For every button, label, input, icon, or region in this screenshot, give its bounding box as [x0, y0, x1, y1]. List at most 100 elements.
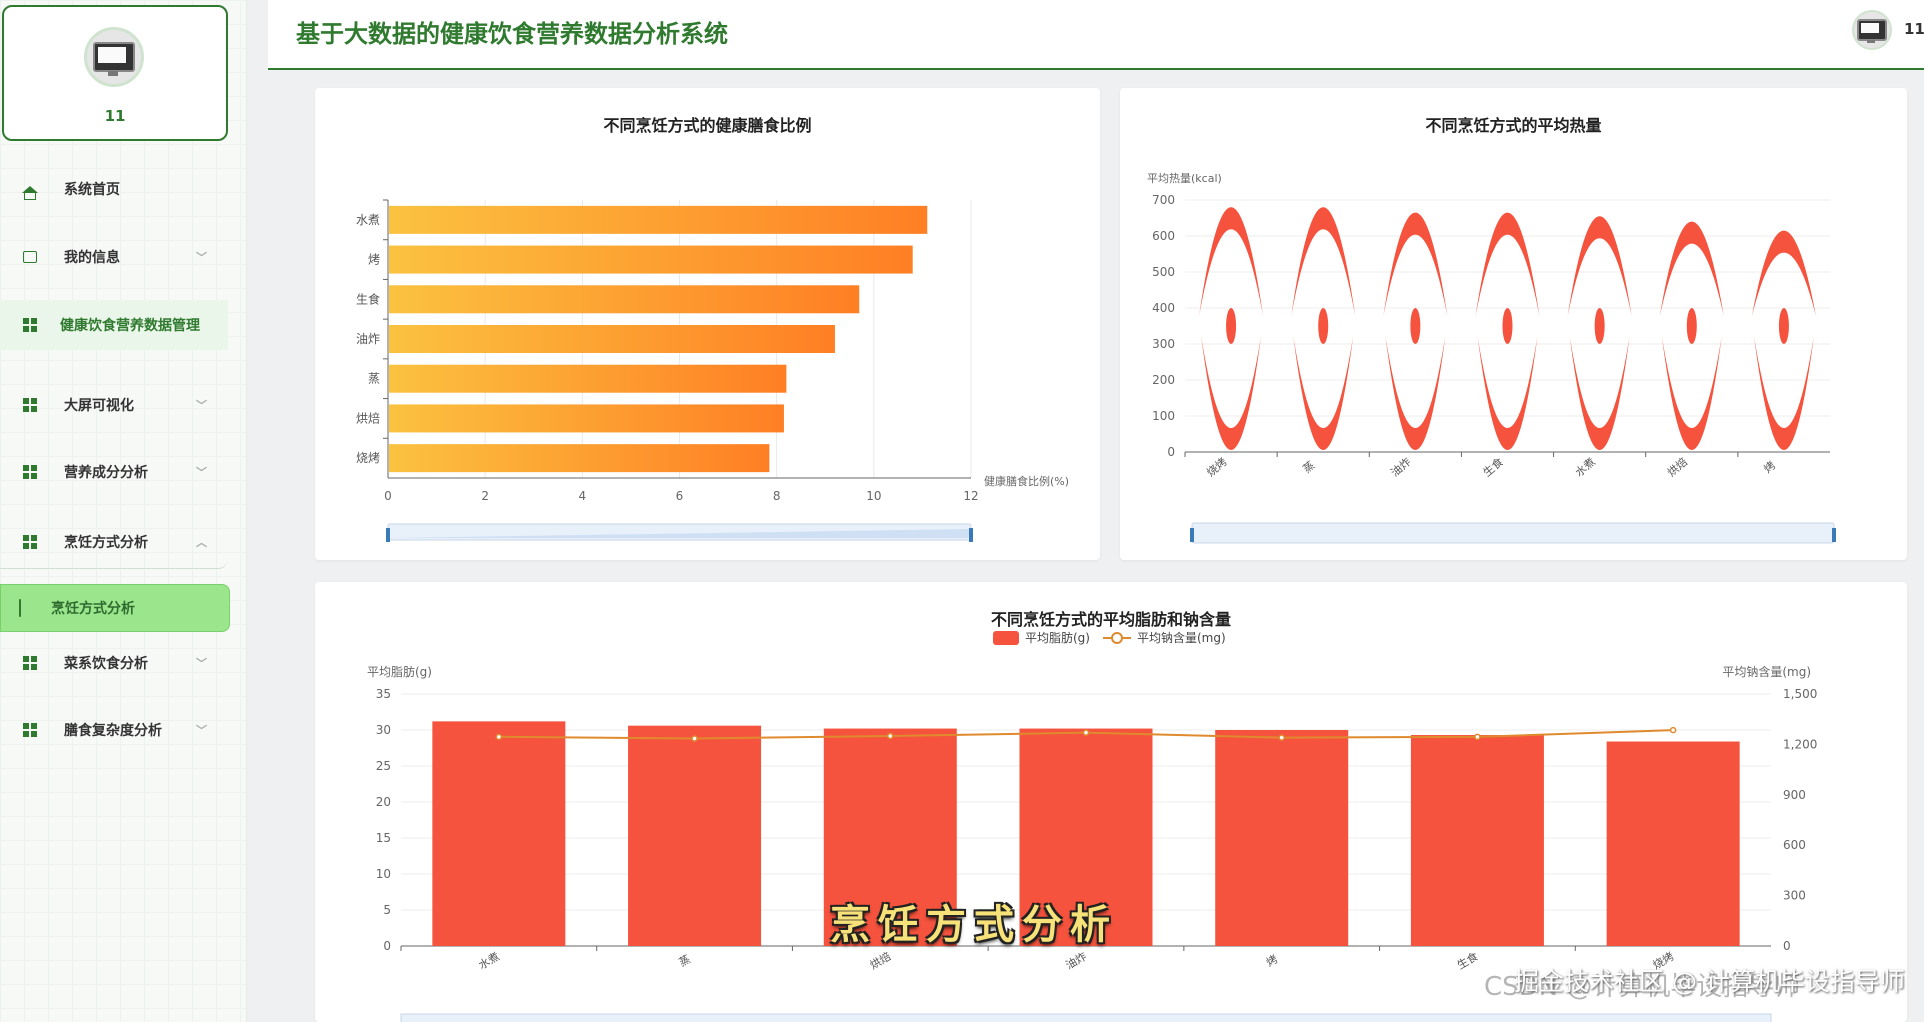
y-right-tick-label: 900: [1783, 788, 1806, 802]
bar: [389, 444, 770, 473]
y-right-tick-label: 300: [1783, 889, 1806, 903]
video-caption: 烹饪方式分析: [830, 901, 1118, 948]
y-right-tick-label: 600: [1783, 838, 1806, 852]
header: 基于大数据的健康饮食营养数据分析系统 11: [268, 0, 1924, 70]
line-point: [887, 732, 894, 740]
y-axis-label: 平均热量(kcal): [1147, 172, 1222, 185]
x-axis-label: 健康膳食比例(%): [984, 474, 1069, 488]
pictorial-bar-top: [1751, 230, 1816, 316]
x-tick-label: 烘焙: [1664, 455, 1690, 480]
grid-icon: [22, 655, 38, 671]
y-tick-label: 700: [1152, 193, 1175, 207]
x-tick-label: 油炸: [1388, 455, 1414, 480]
pictorial-bar-top: [1383, 212, 1448, 316]
pictorial-bar-top: [1475, 212, 1540, 316]
submenu-item-cooking-analysis[interactable]: 烹饪方式分析: [0, 584, 230, 632]
chevron-up-icon: ︿: [196, 535, 207, 549]
pictorial-bar-top: [1567, 216, 1632, 316]
bar: [1215, 730, 1349, 946]
datazoom-slider: [1191, 522, 1835, 544]
chevron-down-icon: ﹀: [196, 657, 207, 670]
bar: [389, 205, 928, 234]
x-tick-label: 烤: [1263, 952, 1280, 970]
pictorial-bar-center: [1594, 308, 1605, 344]
user-card: 11: [2, 5, 228, 141]
sidebar-item-label: 大屏可视化: [64, 398, 134, 414]
datazoom-handle-left: [386, 528, 390, 542]
y-tick-label: 生食: [356, 291, 380, 306]
bar: [389, 285, 860, 314]
pictorial-bar-top: [1199, 207, 1264, 316]
y-left-axis-label: 平均脂肪(g): [367, 664, 432, 679]
y-left-tick-label: 35: [376, 687, 391, 701]
header-username[interactable]: 11: [1904, 20, 1924, 38]
datazoom-handle-right: [1832, 528, 1836, 542]
y-right-axis-label: 平均钠含量(mg): [1722, 664, 1811, 679]
x-tick-label: 烤: [1761, 458, 1778, 476]
x-tick-label: 2: [481, 489, 489, 503]
x-tick-label: 水煮: [476, 950, 502, 972]
sidebar-item-big-screen[interactable]: 大屏可视化 ﹀: [0, 380, 228, 430]
pictorial-bar-center: [1226, 308, 1237, 344]
line-point: [495, 733, 503, 741]
y-tick-label: 400: [1152, 301, 1175, 315]
pictorial-bar-bottom: [1201, 336, 1262, 450]
sidebar: 11 系统首页 我的信息 ﹀ 健康饮食营养数据管理 大屏可视化 ﹀ 营养成分分析…: [0, 0, 247, 1022]
grid-icon: [22, 534, 38, 550]
chart-healthy-ratio: 0 2 4 6 8 10 12 健康膳食比例(%) 水煮烤生食油炸蒸烘焙烧烤: [356, 199, 1069, 542]
sidebar-item-label: 菜系饮食分析: [64, 656, 148, 672]
sidebar-item-nutrition-analysis[interactable]: 营养成分分析 ﹀: [0, 447, 228, 497]
chart-panel-healthy-ratio: 不同烹饪方式的健康膳食比例 0 2 4 6 8 10 12 健康膳食比例(%) 水煮烤生食 油炸蒸…: [315, 88, 1100, 560]
submenu-item-label: 烹饪方式分析: [51, 601, 135, 617]
y-tick-label: 烘焙: [356, 410, 380, 425]
y-left-tick-label: 10: [376, 867, 391, 881]
page-title: 基于大数据的健康饮食营养数据分析系统: [296, 19, 728, 48]
document-icon: [19, 599, 21, 617]
bar: [389, 325, 835, 353]
sidebar-username: 11: [104, 107, 126, 125]
watermark-front: 掘金技术社区 @ 计算机毕设指导师: [1514, 967, 1905, 996]
y-right-tick-label: 0: [1783, 939, 1791, 953]
y-left-tick-label: 5: [383, 903, 391, 917]
y-right-tick-label: 1,200: [1783, 737, 1817, 751]
chart-panel-avg-calories: 不同烹饪方式的平均热量 0 100 200 300 400 500 600 700 平均热量(k…: [1120, 88, 1907, 560]
pictorial-bar-top: [1291, 207, 1356, 316]
sidebar-item-data-management[interactable]: 健康饮食营养数据管理: [0, 300, 228, 350]
pictorial-bar-bottom: [1753, 336, 1814, 450]
sidebar-item-diet-complexity[interactable]: 膳食复杂度分析 ﹀: [0, 705, 228, 755]
x-tick-label: 8: [773, 489, 781, 503]
sidebar-item-cuisine-analysis[interactable]: 菜系饮食分析 ﹀: [0, 638, 228, 688]
legend-swatch-bar: [993, 631, 1019, 645]
monitor-icon: [93, 42, 135, 76]
sidebar-item-cooking-analysis[interactable]: 烹饪方式分析 ︿: [0, 515, 228, 569]
y-left-tick-label: 20: [376, 795, 391, 809]
legend-label: 平均脂肪(g): [1025, 630, 1090, 645]
header-avatar[interactable]: [1852, 10, 1892, 50]
y-left-tick-label: 0: [383, 939, 391, 953]
chevron-down-icon: ﹀: [196, 251, 207, 264]
x-tick-label: 10: [866, 489, 881, 503]
x-tick-label: 生食: [1480, 455, 1506, 480]
avatar[interactable]: [84, 27, 144, 87]
y-tick-label: 300: [1152, 337, 1175, 351]
datazoom-slider: [400, 1013, 1772, 1022]
sidebar-item-home[interactable]: 系统首页: [0, 164, 228, 214]
legend-label: 平均钠含量(mg): [1137, 630, 1226, 645]
line-point: [691, 735, 698, 742]
pictorial-bar-bottom: [1477, 336, 1538, 450]
chart-fat-sodium: 0 5 10 15 20 25 30 35 0 300 600 900 1,200 1,500 平均脂肪(g…: [367, 630, 1817, 1022]
x-tick-label: 蒸: [677, 953, 693, 970]
datazoom-handle-left: [1190, 528, 1194, 542]
x-tick-label: 烧烤: [1204, 455, 1230, 480]
y-left-tick-label: 30: [376, 723, 391, 737]
sidebar-item-my-info[interactable]: 我的信息 ﹀: [0, 232, 228, 282]
bar: [628, 725, 762, 946]
y-tick-label: 油炸: [356, 332, 380, 346]
y-tick-label: 蒸: [368, 372, 380, 386]
x-tick-label: 水煮: [1573, 455, 1598, 479]
pictorial-bar-center: [1502, 308, 1513, 344]
y-tick-label: 500: [1152, 265, 1175, 279]
bar: [432, 721, 566, 946]
chevron-down-icon: ﹀: [196, 399, 207, 412]
pictorial-bar-center: [1318, 308, 1329, 344]
